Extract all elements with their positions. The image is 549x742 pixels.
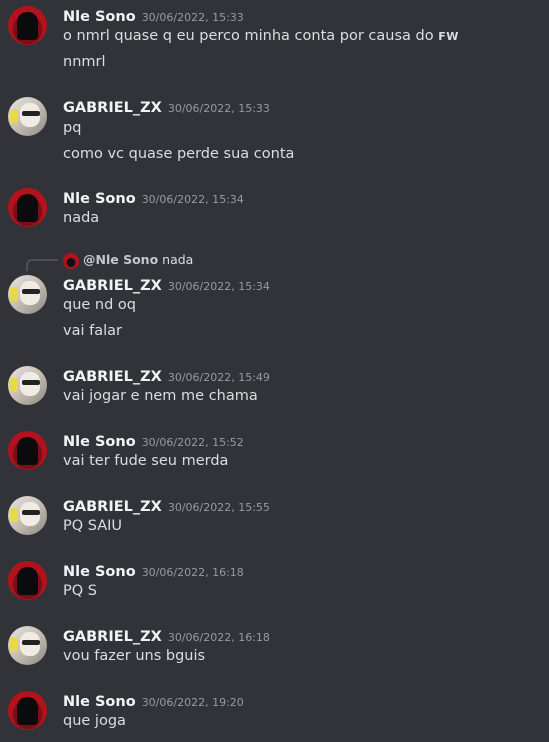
message-header: GABRIEL_ZX 30/06/2022, 15:34 bbox=[63, 275, 270, 294]
message-text: como vc quase perde sua conta bbox=[63, 146, 295, 162]
author-name[interactable]: GABRIEL_ZX bbox=[63, 100, 162, 116]
message-text: vai falar bbox=[63, 323, 122, 339]
timestamp: 30/06/2022, 16:18 bbox=[167, 631, 270, 644]
avatar[interactable] bbox=[8, 691, 47, 730]
message-header: Nle Sono 30/06/2022, 15:52 bbox=[63, 431, 244, 450]
author-name[interactable]: Nle Sono bbox=[63, 434, 136, 450]
reply-avatar bbox=[63, 252, 79, 269]
avatar[interactable] bbox=[8, 6, 47, 45]
author-name[interactable]: Nle Sono bbox=[63, 191, 136, 207]
message-header: GABRIEL_ZX 30/06/2022, 15:49 bbox=[63, 366, 270, 385]
message-text: vou fazer uns bguis bbox=[63, 648, 206, 664]
avatar[interactable] bbox=[8, 496, 47, 535]
reply-connector bbox=[26, 259, 58, 271]
message-text: que nd oq bbox=[63, 297, 137, 313]
reply-preview[interactable]: @Nle Sono nada bbox=[63, 252, 193, 269]
avatar[interactable] bbox=[8, 275, 47, 314]
message-text: o nmrl quase q eu perco minha conta por … bbox=[63, 28, 459, 44]
author-name[interactable]: GABRIEL_ZX bbox=[63, 369, 162, 385]
message-text: PQ SAIU bbox=[63, 518, 123, 534]
message-text: nnmrl bbox=[63, 54, 106, 70]
message-text: que joga bbox=[63, 713, 126, 729]
avatar[interactable] bbox=[8, 97, 47, 136]
avatar[interactable] bbox=[8, 626, 47, 665]
author-name[interactable]: Nle Sono bbox=[63, 694, 136, 710]
message-header: Nle Sono 30/06/2022, 15:34 bbox=[63, 188, 244, 207]
timestamp: 30/06/2022, 15:52 bbox=[141, 436, 244, 449]
avatar[interactable] bbox=[8, 431, 47, 470]
message-header: Nle Sono 30/06/2022, 15:33 bbox=[63, 6, 244, 25]
message-line: o nmrl quase q eu perco minha conta por … bbox=[63, 28, 434, 44]
reply-text: nada bbox=[162, 252, 194, 267]
message-header: Nle Sono 30/06/2022, 19:20 bbox=[63, 691, 244, 710]
message-header: GABRIEL_ZX 30/06/2022, 15:55 bbox=[63, 496, 270, 515]
message-header: GABRIEL_ZX 30/06/2022, 15:33 bbox=[63, 97, 270, 116]
message-text: vai jogar e nem me chama bbox=[63, 388, 258, 404]
message-text: pq bbox=[63, 120, 82, 136]
message-text: vai ter fude seu merda bbox=[63, 453, 229, 469]
fw-tag: FW bbox=[438, 30, 459, 43]
timestamp: 30/06/2022, 15:33 bbox=[141, 11, 244, 24]
timestamp: 30/06/2022, 19:20 bbox=[141, 696, 244, 709]
author-name[interactable]: GABRIEL_ZX bbox=[63, 278, 162, 294]
reply-author[interactable]: @Nle Sono bbox=[83, 252, 158, 267]
message-header: GABRIEL_ZX 30/06/2022, 16:18 bbox=[63, 626, 270, 645]
author-name[interactable]: GABRIEL_ZX bbox=[63, 629, 162, 645]
timestamp: 30/06/2022, 15:49 bbox=[167, 371, 270, 384]
avatar[interactable] bbox=[8, 188, 47, 227]
message-header: Nle Sono 30/06/2022, 16:18 bbox=[63, 561, 244, 580]
author-name[interactable]: GABRIEL_ZX bbox=[63, 499, 162, 515]
timestamp: 30/06/2022, 16:18 bbox=[141, 566, 244, 579]
message-text: PQ S bbox=[63, 583, 97, 599]
timestamp: 30/06/2022, 15:34 bbox=[141, 193, 244, 206]
author-name[interactable]: Nle Sono bbox=[63, 564, 136, 580]
timestamp: 30/06/2022, 15:55 bbox=[167, 501, 270, 514]
timestamp: 30/06/2022, 15:33 bbox=[167, 102, 270, 115]
timestamp: 30/06/2022, 15:34 bbox=[167, 280, 270, 293]
author-name[interactable]: Nle Sono bbox=[63, 9, 136, 25]
avatar[interactable] bbox=[8, 561, 47, 600]
message-text: nada bbox=[63, 210, 100, 226]
avatar[interactable] bbox=[8, 366, 47, 405]
